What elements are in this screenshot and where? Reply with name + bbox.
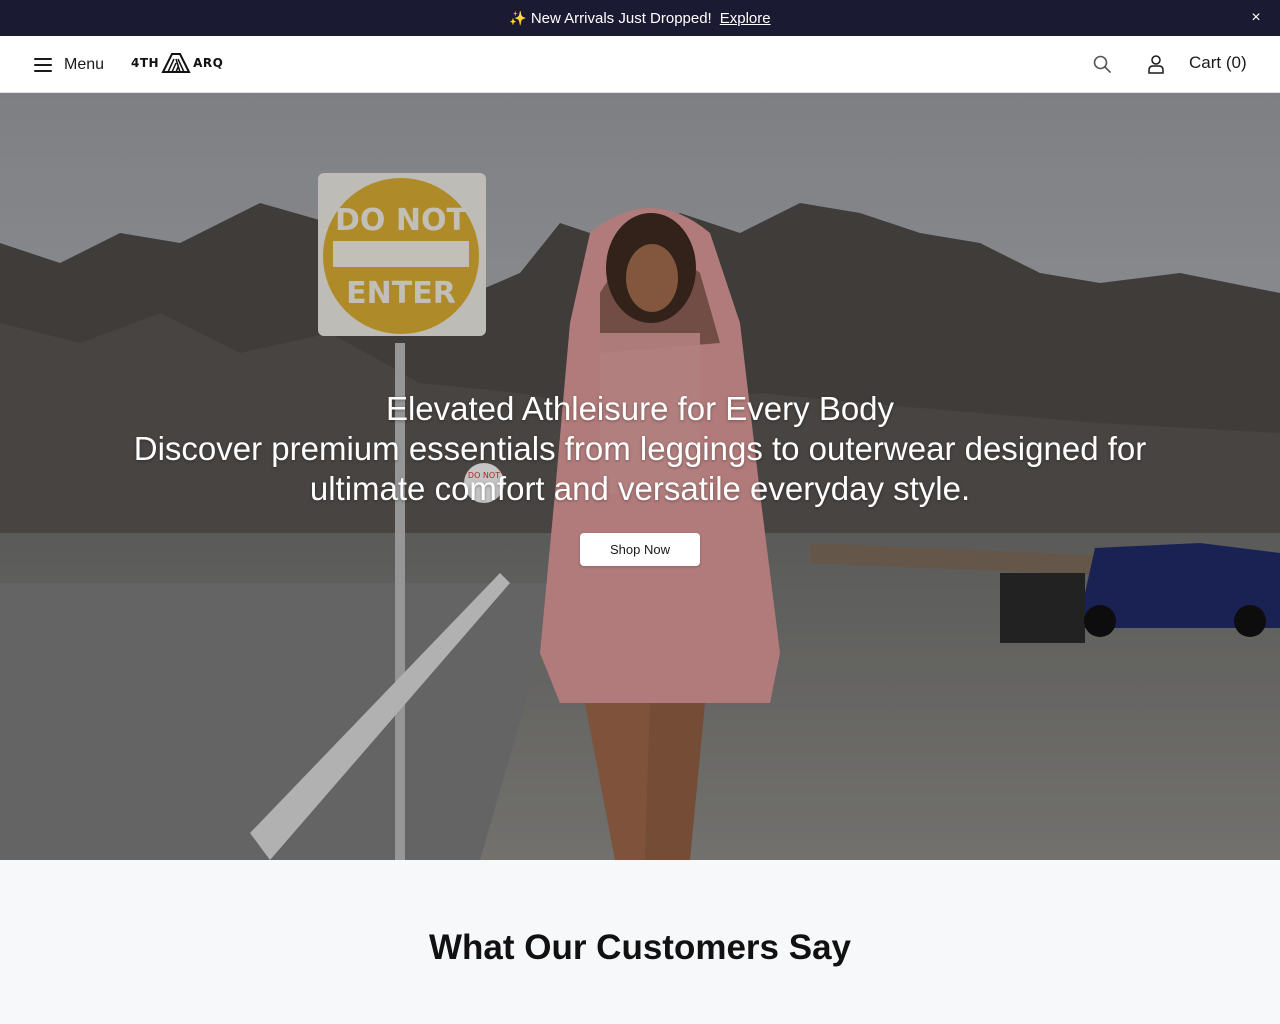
sparkle-icon: ✨ — [509, 9, 527, 26]
shop-now-button[interactable]: Shop Now — [580, 533, 700, 566]
logo-text-right: ARQ — [193, 56, 224, 70]
testimonials-heading: What Our Customers Say — [428, 928, 852, 967]
logo-mark-icon — [161, 53, 191, 73]
logo-text-left: 4TH — [131, 56, 160, 70]
hero-title: Elevated Athleisure for Every Body — [385, 390, 895, 427]
brand-logo[interactable]: 4TH ARQ — [131, 52, 231, 74]
account-icon[interactable] — [1146, 54, 1166, 74]
announcement-explore-link[interactable]: Explore — [720, 10, 771, 27]
hero-content: Elevated Athleisure for Every Body Disco… — [0, 389, 1280, 509]
site-header: Menu 4TH ARQ Cart (0) — [0, 36, 1280, 93]
search-icon[interactable] — [1092, 54, 1112, 74]
testimonials-section: What Our Customers Say — [0, 860, 1280, 1024]
menu-button[interactable]: Menu — [34, 53, 104, 77]
hero-banner: DO NOT ENTER DO NOT Elevated Athleisure … — [0, 93, 1280, 860]
announcement-text: New Arrivals Just Dropped! — [530, 9, 712, 27]
announcement-bar: ✨ New Arrivals Just Dropped! Explore × — [0, 0, 1280, 36]
cart-link[interactable]: Cart (0) — [1189, 53, 1247, 75]
hero-subtitle: Discover premium essentials from legging… — [133, 430, 1147, 507]
menu-label: Menu — [64, 56, 105, 73]
close-icon[interactable]: × — [1246, 8, 1266, 28]
hamburger-icon — [34, 58, 52, 72]
